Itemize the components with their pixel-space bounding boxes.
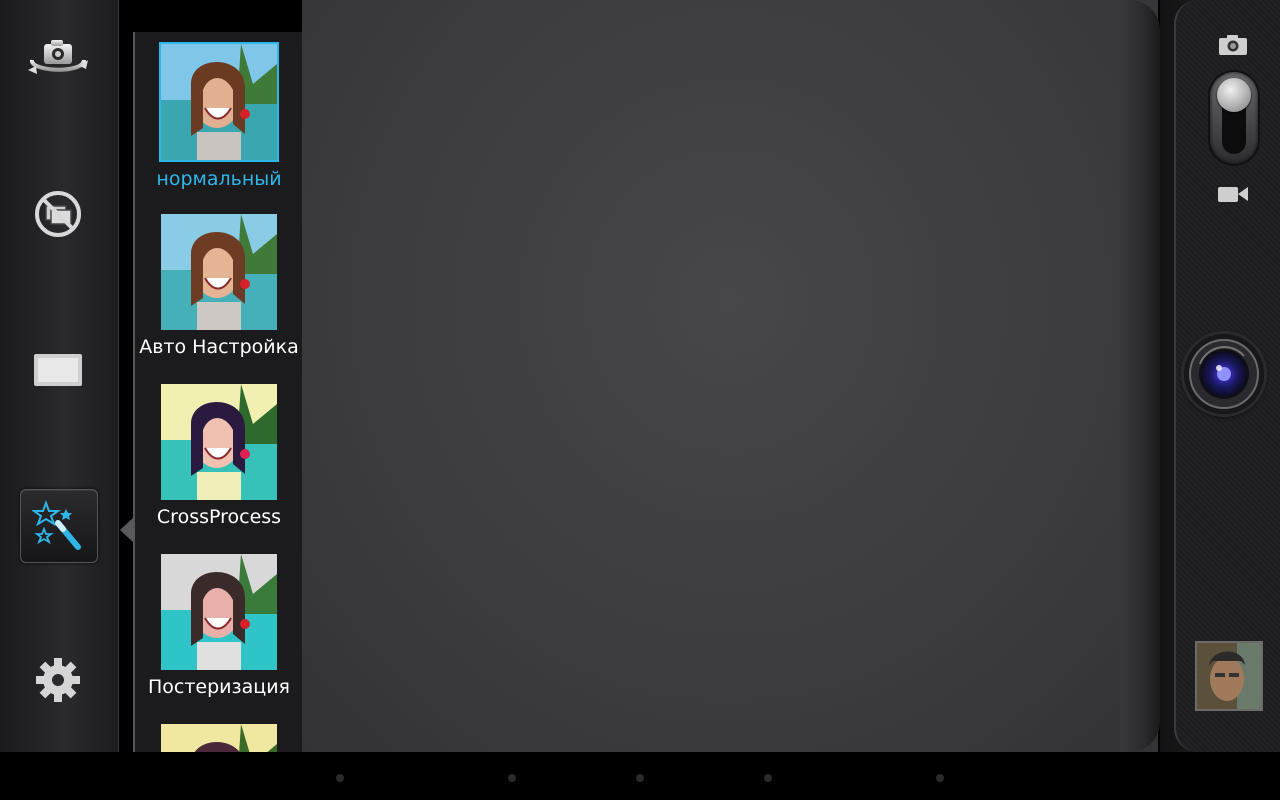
- mode-switch[interactable]: [1210, 72, 1258, 164]
- shutter-button[interactable]: [1184, 334, 1264, 414]
- filter-thumbnail: [161, 214, 277, 330]
- filter-thumbnail: [161, 384, 277, 500]
- nav-dot: [636, 774, 644, 782]
- filter-thumbnail: [159, 42, 279, 162]
- filter-item-normal[interactable]: нормальный: [135, 42, 303, 190]
- photo-mode-button[interactable]: [1216, 32, 1250, 58]
- gear-icon: [36, 658, 80, 702]
- filter-thumbnail: [161, 724, 277, 752]
- filter-label: Постеризация: [148, 676, 290, 698]
- filter-label: CrossProcess: [156, 506, 282, 528]
- filter-item-posterize[interactable]: Постеризация: [135, 554, 303, 698]
- filter-item-crossprocess[interactable]: CrossProcess: [135, 384, 303, 528]
- viewfinder[interactable]: [302, 0, 1158, 752]
- widescreen-icon: [34, 354, 82, 386]
- camera-app: нормальный Авто Настройка CrossProcess П…: [0, 0, 1280, 800]
- last-photo-thumbnail[interactable]: [1195, 641, 1263, 711]
- video-camera-icon: [1218, 187, 1248, 202]
- nav-dot: [764, 774, 772, 782]
- nav-dot: [508, 774, 516, 782]
- effects-button[interactable]: [20, 489, 98, 563]
- lens-icon: [1189, 339, 1259, 409]
- panorama-mode-button[interactable]: [18, 178, 98, 250]
- filter-item-auto[interactable]: Авто Настройка: [135, 214, 303, 358]
- viewfinder-frame: [1120, 0, 1160, 752]
- magic-wand-icon: [32, 500, 81, 550]
- thumbnail-preview: [1197, 643, 1261, 709]
- filter-thumbnail: [161, 554, 277, 670]
- aspect-ratio-button[interactable]: [18, 334, 98, 406]
- video-mode-button[interactable]: [1216, 182, 1250, 206]
- navigation-bar: [0, 752, 1280, 800]
- settings-button[interactable]: [18, 644, 98, 716]
- camera-rotate-icon: [28, 40, 88, 74]
- left-toolbar: [0, 0, 119, 752]
- nav-dot: [336, 774, 344, 782]
- filter-panel[interactable]: нормальный Авто Настройка CrossProcess П…: [133, 32, 305, 752]
- filter-label: нормальный: [156, 168, 282, 190]
- camera-icon: [1219, 35, 1247, 55]
- no-overlay-icon: [35, 191, 81, 237]
- switch-camera-button[interactable]: [18, 24, 98, 96]
- panel-pointer: [120, 518, 133, 542]
- nav-dot: [936, 774, 944, 782]
- switch-knob[interactable]: [1217, 78, 1251, 112]
- filter-item-next[interactable]: [135, 724, 303, 752]
- filter-label: Авто Настройка: [139, 336, 299, 358]
